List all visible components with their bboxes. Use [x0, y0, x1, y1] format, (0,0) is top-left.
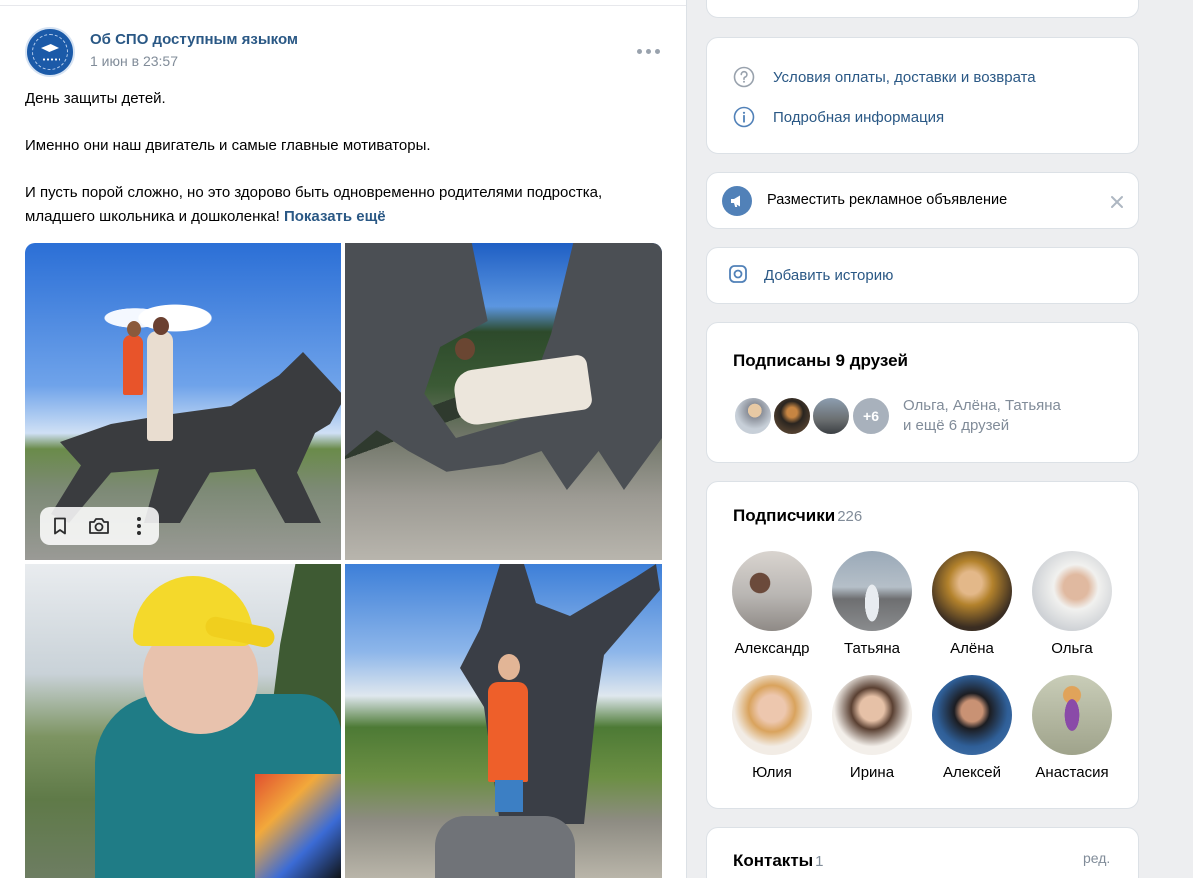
subscriber-item[interactable]: Алексей — [922, 675, 1022, 781]
subscriber-item[interactable]: Татьяна — [822, 551, 922, 657]
place-ad-link[interactable]: Разместить рекламное объявление — [767, 192, 1007, 208]
contacts-card: Контакты 1 ред. — [706, 827, 1139, 878]
friends-names-line: и ещё 6 друзей — [903, 417, 1010, 434]
subscriber-name: Алексей — [942, 764, 1002, 781]
sidebar-card — [706, 0, 1139, 18]
divider — [0, 5, 686, 6]
megaphone-icon — [722, 186, 752, 216]
subscriber-item[interactable]: Александр — [722, 551, 822, 657]
more-friends-badge[interactable]: +6 — [851, 396, 891, 436]
friends-card: Подписаны 9 друзей +6 Ольга, Алёна, Тать… — [706, 322, 1139, 463]
subscribers-title-text: Подписчики — [733, 506, 836, 525]
contacts-title[interactable]: Контакты 1 — [733, 851, 824, 871]
edit-contacts-link[interactable]: ред. — [1083, 850, 1110, 866]
info-circle-icon — [733, 106, 755, 128]
info-link-label: Подробная информация — [773, 108, 945, 126]
post-photo[interactable] — [25, 564, 341, 878]
wall-post: Об СПО доступным языком 1 июн в 23:57 Де… — [0, 0, 687, 878]
subscriber-name: Ольга — [1051, 640, 1093, 657]
more-vertical-icon[interactable] — [124, 511, 154, 541]
bookmark-icon[interactable] — [45, 511, 75, 541]
info-card: Условия оплаты, доставки и возврата Подр… — [706, 37, 1139, 154]
avatar — [832, 551, 912, 631]
post-text: День защиты детей. Именно они наш двигат… — [25, 87, 670, 228]
post-paragraph: Именно они наш двигатель и самые главные… — [25, 137, 431, 154]
community-avatar[interactable] — [25, 27, 75, 77]
friends-title[interactable]: Подписаны 9 друзей — [733, 351, 908, 371]
subscriber-name: Юлия — [752, 764, 792, 781]
subscribers-card: Подписчики 226 Александр Татьяна Алёна Ол… — [706, 481, 1139, 809]
delivery-terms-link[interactable]: Условия оплаты, доставки и возврата — [733, 66, 1036, 88]
contacts-count: 1 — [815, 853, 824, 870]
avatar — [932, 675, 1012, 755]
avatar — [732, 675, 812, 755]
camera-icon[interactable] — [84, 511, 114, 541]
avatar[interactable] — [811, 396, 851, 436]
subscriber-name: Александр — [734, 640, 810, 657]
friends-names-line: Ольга, Алёна, Татьяна — [903, 397, 1061, 414]
subscriber-name: Ирина — [849, 764, 895, 781]
photo-toolbar — [40, 507, 159, 545]
ad-card: Разместить рекламное объявление — [706, 172, 1139, 229]
post-date[interactable]: 1 июн в 23:57 — [90, 53, 178, 69]
subscriber-item[interactable]: Анастасия — [1022, 675, 1122, 781]
post-photo[interactable] — [345, 243, 662, 560]
contacts-title-text: Контакты — [733, 851, 814, 870]
subscriber-name: Алёна — [950, 640, 994, 657]
subscriber-item[interactable]: Ирина — [822, 675, 922, 781]
question-circle-icon — [733, 66, 755, 88]
subscribers-count: 226 — [837, 508, 863, 525]
avatar — [932, 551, 1012, 631]
show-more-link[interactable]: Показать ещё — [284, 208, 386, 225]
subscriber-name: Татьяна — [844, 640, 900, 657]
subscribers-title[interactable]: Подписчики 226 — [733, 506, 862, 526]
subscriber-item[interactable]: Ольга — [1022, 551, 1122, 657]
story-camera-icon — [729, 265, 747, 283]
add-story-link[interactable]: Добавить историю — [764, 267, 893, 284]
avatar[interactable] — [733, 396, 773, 436]
avatar[interactable] — [772, 396, 812, 436]
avatar — [832, 675, 912, 755]
post-photo[interactable] — [345, 564, 662, 878]
details-link[interactable]: Подробная информация — [733, 106, 944, 128]
subscriber-item[interactable]: Юлия — [722, 675, 822, 781]
more-horizontal-icon[interactable] — [636, 44, 660, 58]
subscriber-name: Анастасия — [1035, 764, 1109, 781]
subscriber-item[interactable]: Алёна — [922, 551, 1022, 657]
friends-names[interactable]: Ольга, Алёна, Татьяна и ещё 6 друзей — [903, 396, 1061, 436]
info-link-label: Условия оплаты, доставки и возврата — [773, 68, 1036, 86]
post-paragraph: День защиты детей. — [25, 90, 166, 107]
avatar — [1032, 551, 1112, 631]
post-author[interactable]: Об СПО доступным языком — [90, 31, 298, 48]
avatar — [732, 551, 812, 631]
avatar — [1032, 675, 1112, 755]
story-card: Добавить историю — [706, 247, 1139, 304]
close-icon[interactable] — [1107, 192, 1127, 212]
